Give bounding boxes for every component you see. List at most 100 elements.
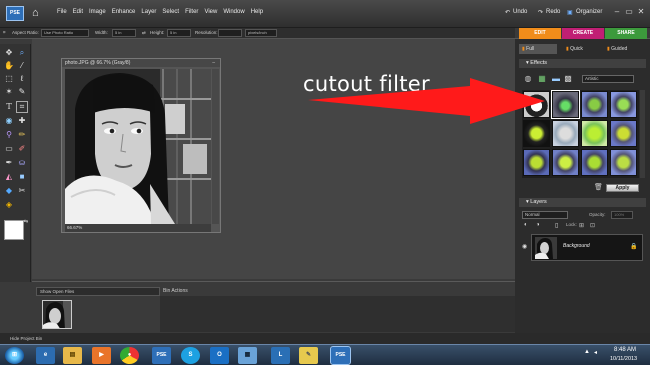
menu-filter[interactable]: Filter xyxy=(185,9,198,15)
redo-icon[interactable]: ↷ xyxy=(538,9,543,16)
taskbar-photoshop-elements-active-icon[interactable]: PSE xyxy=(330,346,351,365)
layer-row-background[interactable]: Background 🔒 xyxy=(531,234,643,261)
start-button-icon[interactable]: ⊞ xyxy=(5,347,24,364)
effect-thumbnail[interactable] xyxy=(610,91,637,118)
taskbar-skype-icon[interactable]: S xyxy=(181,347,200,364)
aspect-ratio-select[interactable]: Use Photo Ratio xyxy=(41,29,89,37)
opacity-field[interactable]: 100% xyxy=(611,211,633,219)
red-eye-tool-icon[interactable]: ◉ xyxy=(4,116,14,126)
menu-edit[interactable]: Edit xyxy=(73,9,83,15)
gradient-tool-icon[interactable]: ◭ xyxy=(4,172,14,182)
menu-help[interactable]: Help xyxy=(251,9,263,15)
taskbar-media-player-icon[interactable]: ▶ xyxy=(92,347,111,364)
undo-button[interactable]: Undo xyxy=(513,9,527,15)
sponge-tool-icon[interactable]: ✂ xyxy=(17,186,27,196)
tray-network-icon[interactable]: ▲ xyxy=(584,349,590,355)
new-layer-icon[interactable]: ◐ xyxy=(524,222,528,228)
organizer-button[interactable]: Organizer xyxy=(576,9,602,15)
eraser-tool-icon[interactable]: ▭ xyxy=(4,144,14,154)
filters-icon[interactable]: ◍ xyxy=(523,74,533,84)
magic-wand-tool-icon[interactable]: ✶ xyxy=(4,87,14,97)
layer-styles-icon[interactable]: ▦ xyxy=(537,74,547,84)
smart-brush-tool-icon[interactable]: ✒ xyxy=(4,158,14,168)
organizer-icon[interactable]: ▣ xyxy=(567,9,573,16)
move-tool-icon[interactable]: ✥ xyxy=(4,48,14,58)
height-field[interactable]: 5 in xyxy=(167,29,191,37)
menu-view[interactable]: View xyxy=(204,9,217,15)
blend-mode-select[interactable]: Normal xyxy=(522,211,568,219)
layer-visibility-eye-icon[interactable]: ◉ xyxy=(522,243,527,250)
menu-select[interactable]: Select xyxy=(162,9,179,15)
menu-image[interactable]: Image xyxy=(89,9,106,15)
tab-edit[interactable]: EDIT xyxy=(519,28,561,39)
hide-project-bin-button[interactable]: Hide Project Bin xyxy=(0,333,650,344)
document-vertical-scrollbar[interactable] xyxy=(212,69,219,224)
menu-layer[interactable]: Layer xyxy=(141,9,156,15)
window-close-button[interactable]: ✕ xyxy=(636,7,646,17)
effect-thumbnail[interactable] xyxy=(523,91,550,118)
lock-transparent-icon[interactable]: ⊞ xyxy=(579,222,584,229)
healing-brush-tool-icon[interactable]: ✚ xyxy=(17,116,27,126)
taskbar-clock-time[interactable]: 8:48 AM xyxy=(614,347,636,353)
taskbar-sticky-notes-icon[interactable]: ✎ xyxy=(299,347,318,364)
taskbar-ie-icon[interactable]: e xyxy=(36,347,55,364)
effect-thumbnail[interactable] xyxy=(610,120,637,147)
swap-colors-icon[interactable]: ⇆ xyxy=(21,217,31,227)
apply-button[interactable]: Apply xyxy=(606,184,639,192)
effect-thumbnail[interactable] xyxy=(552,149,579,176)
effect-thumbnail[interactable] xyxy=(523,120,550,147)
menu-window[interactable]: Window xyxy=(223,9,244,15)
effect-thumbnail[interactable] xyxy=(552,120,579,147)
home-icon[interactable]: ⌂ xyxy=(32,7,44,19)
crop-tool-icon-active[interactable]: ⌗ xyxy=(16,101,28,113)
hand-tool-icon[interactable]: ✋ xyxy=(4,61,14,71)
effect-thumbnail[interactable] xyxy=(581,91,608,118)
width-field[interactable]: 5 in xyxy=(112,29,136,37)
menu-enhance[interactable]: Enhance xyxy=(112,9,136,15)
tab-guided[interactable]: ▮ Guided xyxy=(603,44,646,54)
taskbar-clock-date[interactable]: 10/11/2013 xyxy=(610,356,637,362)
tab-quick[interactable]: ▮ Quick xyxy=(561,44,601,54)
effect-thumbnail-cutout[interactable] xyxy=(551,90,580,119)
document-minimize-button[interactable]: – xyxy=(212,59,215,67)
swap-icon[interactable]: ⇄ xyxy=(142,29,146,37)
type-tool-icon[interactable]: T xyxy=(4,102,14,112)
tab-share[interactable]: SHARE xyxy=(605,28,647,39)
effect-thumbnail[interactable] xyxy=(581,149,608,176)
window-restore-button[interactable]: ▭ xyxy=(624,7,634,17)
taskbar-lync-icon[interactable]: L xyxy=(271,347,290,364)
taskbar-photoshop-elements-icon[interactable]: PSE xyxy=(152,347,171,364)
resolution-field[interactable] xyxy=(218,29,242,37)
layer-mask-icon[interactable]: ▯ xyxy=(555,222,558,229)
blur-tool-icon[interactable]: ◆ xyxy=(4,186,14,196)
selection-brush-tool-icon[interactable]: ✎ xyxy=(17,87,27,97)
menu-file[interactable]: File xyxy=(57,9,67,15)
tray-volume-icon[interactable]: ◂ xyxy=(594,349,597,356)
taskbar-outlook-icon[interactable]: O xyxy=(210,347,229,364)
paint-bucket-tool-icon[interactable]: ⛀ xyxy=(17,158,27,168)
straighten-tool-icon[interactable]: ◈ xyxy=(4,200,14,210)
pencil-tool-icon[interactable]: ✏ xyxy=(17,130,27,140)
brush-tool-icon[interactable]: ✐ xyxy=(17,144,27,154)
shape-tool-icon[interactable]: ■ xyxy=(17,172,27,182)
undo-icon[interactable]: ↶ xyxy=(505,9,510,16)
adjustment-layer-icon[interactable]: ◑ xyxy=(536,222,540,228)
resolution-unit-select[interactable]: pixels/inch xyxy=(245,29,277,37)
trash-icon[interactable]: 🗑 xyxy=(594,183,603,191)
bin-actions-button[interactable]: Bin Actions xyxy=(163,287,188,296)
redo-button[interactable]: Redo xyxy=(546,9,560,15)
all-effects-icon[interactable]: ▩ xyxy=(563,74,573,84)
effects-category-select[interactable]: Artistic xyxy=(582,75,634,83)
window-minimize-button[interactable]: – xyxy=(612,7,622,17)
layers-panel-header[interactable]: ▾ Layers xyxy=(519,198,646,207)
tab-create[interactable]: CREATE xyxy=(562,28,604,39)
tab-full[interactable]: ▮ Full xyxy=(519,44,557,54)
clone-stamp-tool-icon[interactable]: ⚲ xyxy=(4,130,14,140)
photo-effects-icon[interactable]: ▬ xyxy=(551,74,561,84)
effect-thumbnail[interactable] xyxy=(581,120,608,147)
effects-scrollbar[interactable] xyxy=(640,90,645,178)
effects-panel-header[interactable]: ▾ Effects xyxy=(519,59,646,68)
zoom-tool-icon[interactable]: ⌕ xyxy=(17,48,27,58)
bin-photo-thumbnail[interactable] xyxy=(42,300,72,329)
eyedropper-tool-icon[interactable]: ⁄ xyxy=(17,61,27,71)
